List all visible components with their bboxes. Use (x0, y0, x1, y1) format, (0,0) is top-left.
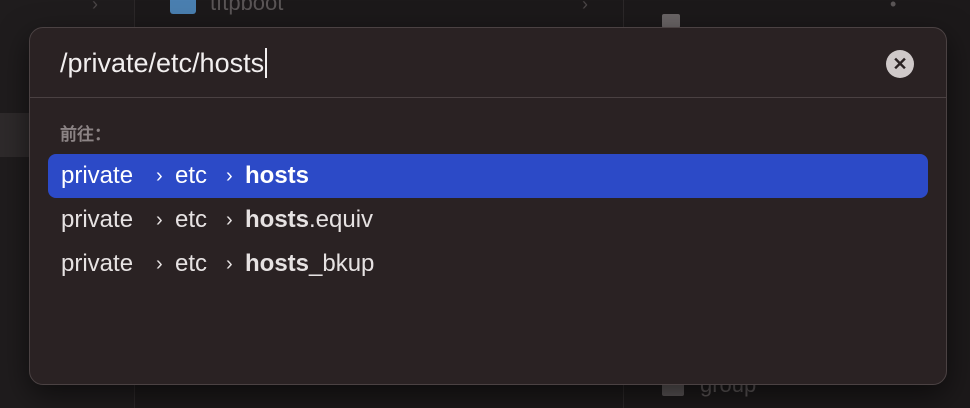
folder-label[interactable]: tftpboot (210, 0, 283, 16)
result-row[interactable]: private › etc › hosts.equiv (48, 198, 928, 242)
result-row[interactable]: private › etc › hosts_bkup (48, 242, 928, 286)
chevron-right-icon: › (156, 165, 163, 187)
chevron-right-icon: › (226, 253, 233, 275)
folder-icon (170, 0, 196, 14)
matched-text: hosts (245, 162, 310, 189)
path-segment: private (61, 250, 134, 277)
text-caret (265, 48, 268, 78)
matched-text: hosts (245, 250, 310, 277)
filename-suffix: .equiv (309, 206, 374, 233)
matched-text: hosts (245, 206, 310, 233)
chevron-right-icon: › (582, 0, 588, 14)
filename-suffix: _bkup (309, 250, 375, 277)
chevron-right-icon: › (156, 253, 163, 275)
more-icon: • (890, 0, 897, 14)
result-filename: hosts.equiv (245, 198, 373, 242)
result-row[interactable]: private › etc › hosts (48, 154, 928, 198)
path-segment: etc (175, 206, 208, 233)
section-label: 前往： (60, 125, 111, 144)
path-segment: etc (175, 250, 208, 277)
chevron-right-icon: › (92, 0, 98, 14)
chevron-right-icon: › (226, 209, 233, 231)
path-segment: private (61, 162, 134, 189)
result-filename: hosts_bkup (245, 242, 374, 286)
path-input[interactable]: /private/etc/hosts (60, 46, 268, 80)
path-input-row[interactable]: /private/etc/hosts ✕ (30, 28, 946, 98)
path-segment: private (61, 206, 134, 233)
chevron-right-icon: › (156, 209, 163, 231)
chevron-right-icon: › (226, 165, 233, 187)
path-segment: etc (175, 162, 208, 189)
divider (30, 97, 946, 98)
result-filename: hosts (245, 154, 309, 198)
path-input-value: /private/etc/hosts (60, 48, 265, 78)
go-to-folder-panel: /private/etc/hosts ✕ 前往： private › etc › hos… (29, 27, 947, 385)
clear-circle-icon[interactable]: ✕ (886, 50, 914, 78)
finder-sidebar-selection (0, 113, 30, 157)
file-icon (662, 14, 680, 28)
